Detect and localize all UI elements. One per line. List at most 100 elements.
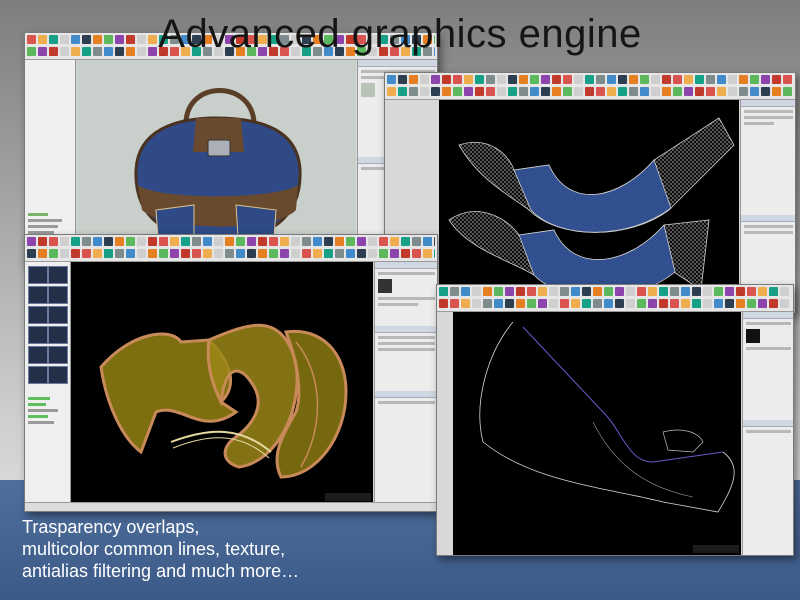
toolbar-icon-strip[interactable] (439, 299, 791, 310)
toolbar-button[interactable] (313, 237, 322, 246)
toolbar-button[interactable] (681, 299, 690, 308)
toolbar-button[interactable] (236, 249, 245, 258)
toolbar-button[interactable] (346, 249, 355, 258)
toolbar-button[interactable] (769, 287, 778, 296)
toolbar-button[interactable] (615, 299, 624, 308)
toolbar-button[interactable] (494, 287, 503, 296)
properties-panel[interactable] (374, 262, 437, 503)
toolbar-button[interactable] (560, 299, 569, 308)
toolbar-button[interactable] (104, 249, 113, 258)
toolbar-icon-strip[interactable] (387, 75, 793, 86)
toolbar-button[interactable] (387, 75, 396, 84)
toolbar-button[interactable] (728, 75, 737, 84)
toolbar-icon-strip[interactable] (27, 249, 435, 260)
toolbar-button[interactable] (725, 287, 734, 296)
toolbar-button[interactable] (692, 287, 701, 296)
toolbar-button[interactable] (439, 287, 448, 296)
layer-thumbnail-icon[interactable] (28, 326, 48, 344)
toolbar-button[interactable] (648, 299, 657, 308)
toolbar-button[interactable] (442, 87, 451, 96)
layer-thumbnail-icon[interactable] (48, 346, 68, 364)
toolbar-button[interactable] (673, 75, 682, 84)
toolbar-button[interactable] (450, 299, 459, 308)
toolbar-button[interactable] (673, 87, 682, 96)
toolbar-button[interactable] (527, 287, 536, 296)
layer-thumbnail-icon[interactable] (48, 326, 68, 344)
layers-panel[interactable] (25, 262, 71, 503)
toolbar-button[interactable] (761, 75, 770, 84)
drawing-canvas[interactable] (453, 312, 741, 555)
toolbar-button[interactable] (269, 249, 278, 258)
toolbar-button[interactable] (714, 287, 723, 296)
toolbar-button[interactable] (596, 87, 605, 96)
toolbar-button[interactable] (302, 237, 311, 246)
toolbar-button[interactable] (717, 87, 726, 96)
layer-thumbnail-icon[interactable] (48, 266, 68, 284)
toolbar-button[interactable] (423, 237, 432, 246)
toolbar-button[interactable] (629, 75, 638, 84)
toolbar-button[interactable] (38, 237, 47, 246)
toolbar-button[interactable] (739, 75, 748, 84)
toolbar-button[interactable] (93, 237, 102, 246)
toolbar-button[interactable] (747, 287, 756, 296)
toolbar-button[interactable] (772, 75, 781, 84)
toolbar-button[interactable] (725, 299, 734, 308)
toolbar-button[interactable] (516, 287, 525, 296)
toolbar-button[interactable] (541, 75, 550, 84)
toolbar-button[interactable] (585, 87, 594, 96)
layer-thumbnail-icon[interactable] (48, 366, 68, 384)
toolbar-button[interactable] (181, 237, 190, 246)
toolbar-button[interactable] (508, 87, 517, 96)
toolbar-button[interactable] (27, 249, 36, 258)
toolbar-button[interactable] (736, 299, 745, 308)
toolbar-button[interactable] (126, 249, 135, 258)
toolbar-button[interactable] (684, 87, 693, 96)
toolbar[interactable] (25, 235, 437, 262)
toolbar-button[interactable] (574, 75, 583, 84)
toolbar-button[interactable] (225, 237, 234, 246)
toolbar-button[interactable] (82, 249, 91, 258)
toolbar-button[interactable] (49, 237, 58, 246)
toolbar[interactable] (385, 73, 795, 100)
toolbar-button[interactable] (483, 299, 492, 308)
toolbar-button[interactable] (651, 75, 660, 84)
toolbar-button[interactable] (434, 237, 435, 246)
toolbar-button[interactable] (758, 299, 767, 308)
toolbar-icon-strip[interactable] (27, 237, 435, 248)
toolbar-button[interactable] (409, 75, 418, 84)
toolbar-button[interactable] (585, 75, 594, 84)
toolbar-button[interactable] (475, 75, 484, 84)
toolbar-button[interactable] (71, 237, 80, 246)
toolbar-button[interactable] (475, 87, 484, 96)
toolbar-button[interactable] (379, 237, 388, 246)
toolbar-button[interactable] (60, 249, 69, 258)
toolbar-button[interactable] (563, 75, 572, 84)
toolbar-button[interactable] (368, 237, 377, 246)
toolbar-button[interactable] (497, 75, 506, 84)
toolbar-button[interactable] (313, 249, 322, 258)
toolbar-button[interactable] (431, 87, 440, 96)
toolbar-button[interactable] (640, 75, 649, 84)
toolbar-button[interactable] (615, 287, 624, 296)
toolbar-button[interactable] (695, 87, 704, 96)
toolbar-button[interactable] (593, 299, 602, 308)
toolbar-button[interactable] (412, 237, 421, 246)
toolbar-button[interactable] (387, 87, 396, 96)
toolbar-button[interactable] (538, 287, 547, 296)
toolbar-button[interactable] (494, 299, 503, 308)
toolbar-button[interactable] (269, 237, 278, 246)
toolbar-button[interactable] (357, 237, 366, 246)
toolbar-button[interactable] (505, 287, 514, 296)
toolbar-button[interactable] (783, 87, 792, 96)
toolbar-button[interactable] (192, 249, 201, 258)
toolbar-button[interactable] (780, 287, 789, 296)
drawing-canvas[interactable] (439, 100, 739, 313)
toolbar-button[interactable] (225, 249, 234, 258)
toolbar-button[interactable] (115, 237, 124, 246)
toolbar-button[interactable] (659, 287, 668, 296)
toolbar-button[interactable] (236, 237, 245, 246)
toolbar-button[interactable] (461, 299, 470, 308)
toolbar-button[interactable] (82, 237, 91, 246)
toolbar-button[interactable] (486, 87, 495, 96)
toolbar-icon-strip[interactable] (387, 87, 793, 98)
